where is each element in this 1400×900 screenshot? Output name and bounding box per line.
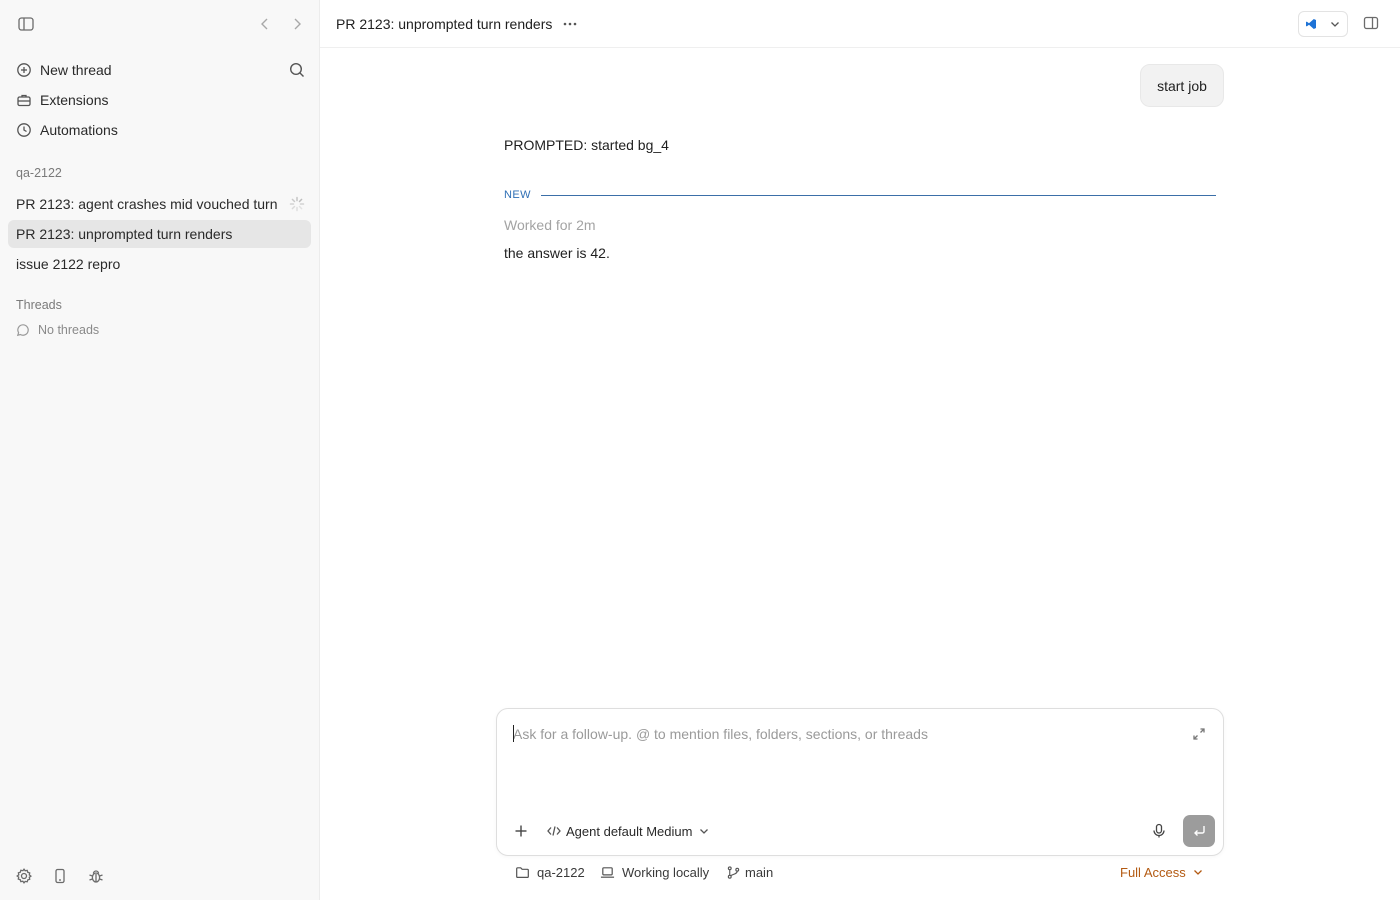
user-message-bubble: start job bbox=[1140, 64, 1224, 107]
follow-up-input[interactable] bbox=[513, 723, 1173, 745]
sidebar-toolbar bbox=[0, 0, 320, 48]
model-label: Agent default Medium bbox=[566, 823, 693, 839]
automations-button[interactable]: Automations bbox=[8, 115, 311, 145]
threads-section-label: Threads bbox=[16, 298, 62, 312]
thread-item-label: issue 2122 repro bbox=[16, 256, 121, 272]
extensions-label: Extensions bbox=[40, 92, 109, 108]
bug-icon[interactable] bbox=[87, 867, 105, 885]
thread-item-label: PR 2123: agent crashes mid vouched turn bbox=[16, 196, 278, 212]
open-in-ide-button[interactable] bbox=[1298, 11, 1348, 37]
divider-line bbox=[540, 194, 1216, 196]
chat-bubble-icon bbox=[16, 323, 30, 337]
prompted-message: PROMPTED: started bg_4 bbox=[504, 137, 669, 153]
extensions-button[interactable]: Extensions bbox=[8, 85, 311, 115]
worked-duration[interactable]: Worked for 2m bbox=[504, 217, 596, 233]
assistant-answer: the answer is 42. bbox=[504, 245, 610, 261]
loading-spinner-icon bbox=[289, 196, 305, 212]
thread-item-unprompted-turn[interactable]: PR 2123: unprompted turn renders bbox=[8, 220, 311, 248]
chevron-down-icon bbox=[1192, 866, 1204, 878]
branch-label: main bbox=[745, 864, 774, 880]
search-icon[interactable] bbox=[288, 61, 306, 79]
thread-item-agent-crashes[interactable]: PR 2123: agent crashes mid vouched turn bbox=[8, 190, 311, 218]
plus-circle-icon bbox=[16, 62, 32, 78]
toggle-sidebar-icon[interactable] bbox=[16, 14, 36, 34]
more-options-icon[interactable] bbox=[560, 14, 580, 34]
no-threads-label: No threads bbox=[38, 323, 100, 337]
access-label: Full Access bbox=[1120, 864, 1186, 880]
send-button[interactable] bbox=[1183, 815, 1215, 847]
new-messages-divider: NEW bbox=[504, 188, 1216, 202]
thread-header: PR 2123: unprompted turn renders bbox=[320, 0, 1400, 48]
folder-icon bbox=[515, 865, 530, 880]
new-thread-button[interactable]: New thread bbox=[8, 55, 311, 85]
new-thread-label: New thread bbox=[40, 62, 112, 78]
settings-gear-icon[interactable] bbox=[15, 867, 33, 885]
branch-status[interactable]: main bbox=[726, 863, 773, 881]
laptop-icon bbox=[600, 865, 615, 880]
location-status[interactable]: Working locally bbox=[600, 863, 709, 881]
chevron-down-icon bbox=[698, 825, 710, 837]
toggle-right-panel-icon[interactable] bbox=[1362, 14, 1380, 32]
add-attachment-icon[interactable] bbox=[513, 823, 529, 839]
thread-item-issue-repro[interactable]: issue 2122 repro bbox=[8, 250, 311, 278]
project-status[interactable]: qa-2122 bbox=[515, 863, 585, 881]
no-threads-placeholder: No threads bbox=[16, 323, 99, 337]
git-branch-icon bbox=[726, 865, 741, 880]
chevron-down-icon bbox=[1329, 18, 1341, 30]
toolbox-icon bbox=[16, 92, 32, 108]
mobile-device-icon[interactable] bbox=[51, 867, 69, 885]
model-selector[interactable]: Agent default Medium bbox=[547, 821, 710, 841]
vscode-icon bbox=[1305, 18, 1317, 30]
access-level-selector[interactable]: Full Access bbox=[1120, 863, 1204, 881]
expand-composer-icon[interactable] bbox=[1191, 726, 1207, 742]
back-arrow-icon[interactable] bbox=[255, 14, 275, 34]
microphone-icon[interactable] bbox=[1151, 823, 1167, 839]
composer: Agent default Medium bbox=[496, 708, 1224, 856]
automations-label: Automations bbox=[40, 122, 118, 138]
project-label: qa-2122 bbox=[537, 864, 585, 880]
text-caret bbox=[513, 725, 514, 742]
code-icon bbox=[547, 824, 561, 838]
page-title: PR 2123: unprompted turn renders bbox=[336, 16, 553, 32]
forward-arrow-icon[interactable] bbox=[287, 14, 307, 34]
thread-item-label: PR 2123: unprompted turn renders bbox=[16, 226, 233, 242]
enter-arrow-icon bbox=[1194, 826, 1205, 836]
new-label: NEW bbox=[504, 189, 531, 201]
sidebar: New thread Extensions Automations qa-212… bbox=[0, 0, 320, 900]
clock-icon bbox=[16, 122, 32, 138]
project-section-label: qa-2122 bbox=[16, 166, 62, 180]
location-label: Working locally bbox=[622, 864, 710, 880]
